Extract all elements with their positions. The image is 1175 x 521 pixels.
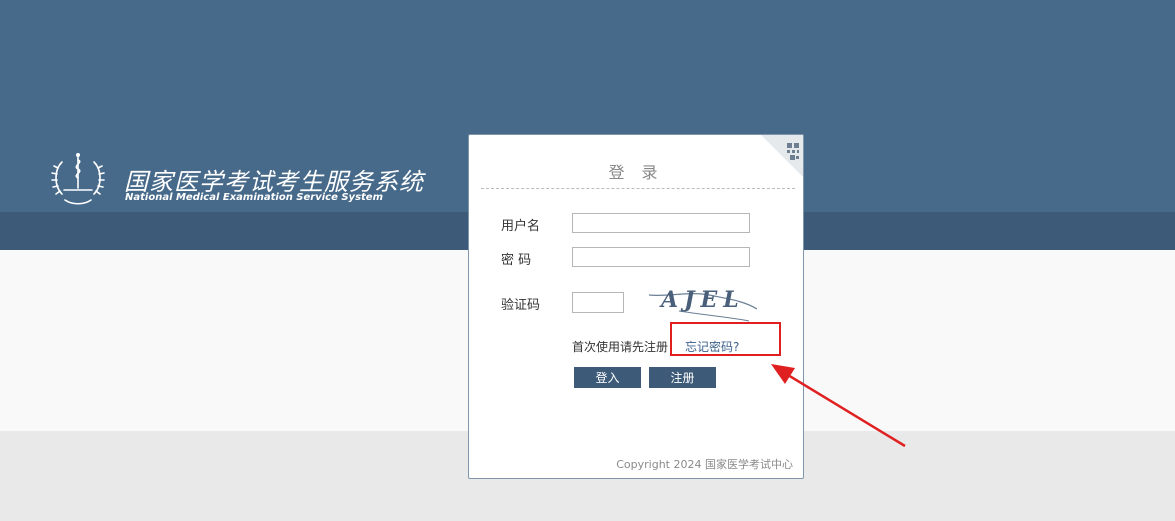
register-button[interactable]: 注册 — [649, 367, 716, 388]
username-label: 用户名 — [501, 219, 541, 234]
login-title: 登 录 — [608, 163, 664, 182]
password-label: 密 码 — [501, 253, 532, 268]
caduceus-emblem-icon — [51, 153, 105, 205]
annotation-arrow-icon — [771, 364, 906, 448]
captcha-text: AJEL — [659, 287, 745, 313]
captcha-label: 验证码 — [501, 298, 541, 313]
login-button[interactable]: 登入 — [574, 367, 641, 388]
copyright-text: Copyright 2024 国家医学考试中心 — [616, 458, 793, 471]
captcha-image[interactable]: AJEL — [649, 283, 757, 323]
first-use-hint: 首次使用请先注册 — [572, 340, 669, 354]
login-panel: 登 录 用户名 密 码 验证码 AJEL 首次使用请先注册 忘记密码? 登入 注… — [468, 134, 804, 479]
site-subtitle: National Medical Examination Service Sys… — [125, 192, 384, 203]
password-input[interactable] — [572, 247, 750, 267]
title-divider — [481, 188, 795, 189]
captcha-input[interactable] — [572, 292, 624, 313]
highlight-annotation-box — [670, 322, 781, 356]
username-input[interactable] — [572, 213, 750, 233]
